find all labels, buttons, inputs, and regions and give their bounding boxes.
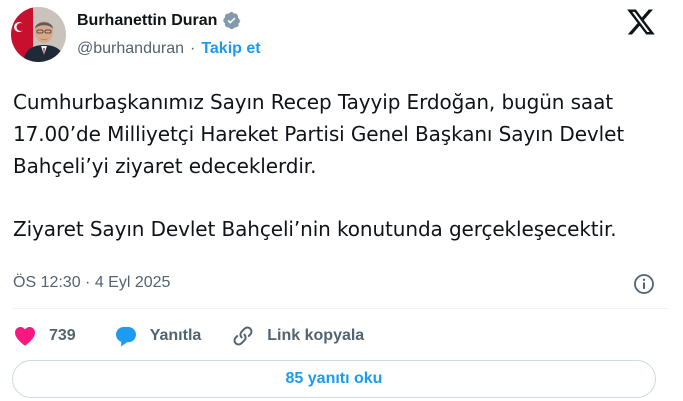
read-replies-label: 85 yanıtı oku (285, 370, 383, 387)
author-handle[interactable]: @burhanduran (77, 40, 184, 58)
author-display-name[interactable]: Burhanettin Duran (77, 12, 217, 30)
read-replies-button[interactable]: 85 yanıtı oku (12, 360, 656, 398)
like-count: 739 (49, 327, 76, 344)
action-bar: 739 Yanıtla Link kopyala (13, 322, 364, 350)
tweet-text: Cumhurbaşkanımız Sayın Recep Tayyip Erdo… (13, 86, 668, 245)
reply-label: Yanıtla (149, 327, 202, 344)
link-icon (231, 324, 255, 348)
info-icon[interactable] (632, 272, 656, 296)
copy-link-label: Link kopyala (267, 327, 365, 344)
tweet-paragraph-2: Ziyaret Sayın Devlet Bahçeli’nin konutun… (13, 217, 617, 241)
author-name-row: Burhanettin Duran (77, 11, 241, 30)
reply-button[interactable]: Yanıtla (114, 325, 202, 347)
divider (13, 308, 668, 309)
avatar[interactable] (11, 7, 66, 62)
follow-button[interactable]: Takip et (201, 40, 260, 58)
tweet-paragraph-1: Cumhurbaşkanımız Sayın Recep Tayyip Erdo… (13, 90, 625, 178)
like-button[interactable]: 739 (13, 325, 76, 347)
x-logo-icon[interactable] (626, 8, 656, 36)
heart-icon (13, 325, 37, 347)
tweet-timestamp[interactable]: ÖS 12:30 · 4 Eyl 2025 (13, 274, 170, 292)
speech-bubble-icon (114, 325, 138, 347)
verified-badge-icon (222, 11, 241, 30)
author-handle-row: @burhanduran · Takip et (77, 40, 261, 58)
copy-link-button[interactable]: Link kopyala (231, 324, 364, 348)
separator-dot: · (189, 40, 196, 57)
tweet-card: Burhanettin Duran @burhanduran · Takip e… (0, 0, 683, 401)
